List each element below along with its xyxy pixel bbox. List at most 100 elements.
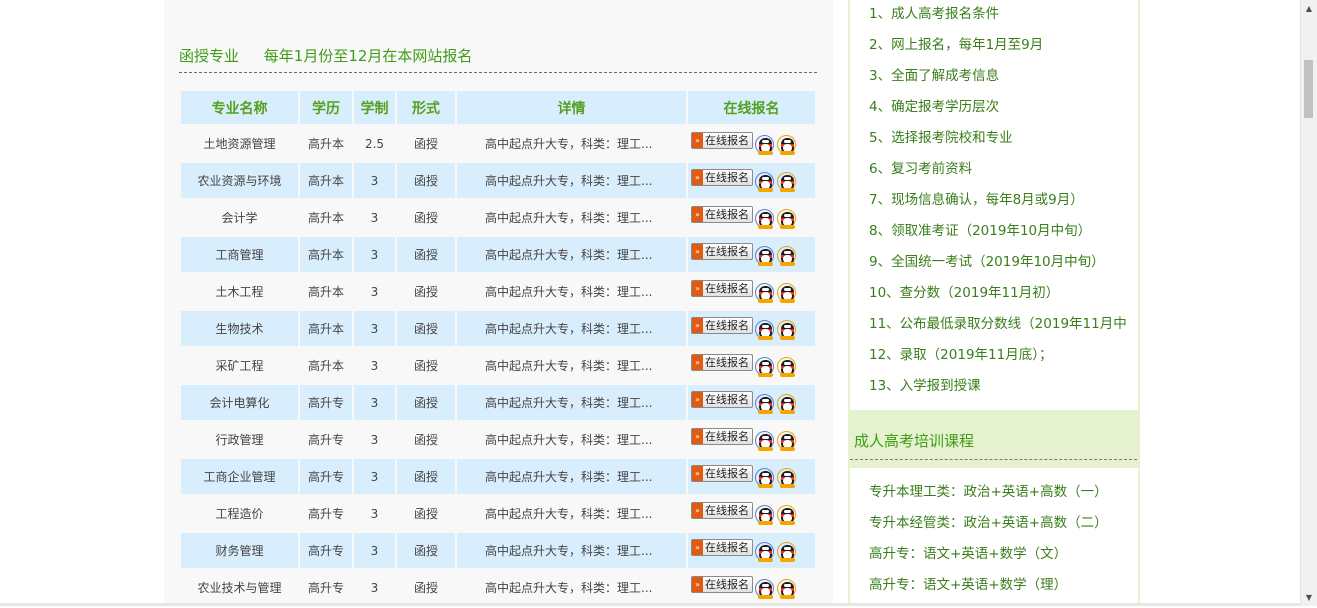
main-content: 函授专业 每年1月份至12月在本网站报名 专业名称 学历 学制 形式 详情 在线… [164,0,833,606]
arrow-right-icon: » [692,207,703,222]
step-link[interactable]: 10、查分数（2019年11月初） [869,283,1059,303]
step-link[interactable]: 7、现场信息确认，每年8月或9月） [869,190,1084,210]
apply-cell: » 在线报名 [688,311,815,346]
qq-penguin-icon[interactable] [777,578,797,599]
step-link[interactable]: 8、领取准考证（2019年10月中旬） [869,221,1091,241]
apply-cell: » 在线报名 [688,422,815,457]
page-scrollbar[interactable]: ▲ ▼ [1300,0,1317,606]
apply-online-button[interactable]: » 在线报名 [691,465,753,482]
step-link[interactable]: 13、入学报到授课 [869,376,981,396]
apply-online-label: 在线报名 [705,393,749,406]
detail-cell[interactable]: 高中起点升大专，科类：理工... [457,422,686,457]
course-link[interactable]: 高升专：语文+英语+数学（文） [869,544,1067,564]
detail-cell[interactable]: 高中起点升大专，科类：理工... [457,200,686,235]
qq-penguin-icon[interactable] [755,578,775,599]
level-cell: 高升本 [300,126,352,161]
detail-cell[interactable]: 高中起点升大专，科类：理工... [457,274,686,309]
qq-penguin-icon[interactable] [755,504,775,525]
course-link[interactable]: 高升专：语文+英语+数学（理） [869,575,1067,595]
qq-penguin-icon[interactable] [755,393,775,414]
qq-penguin-icon[interactable] [755,467,775,488]
major-name-cell: 生物技术 [181,311,298,346]
form-cell: 函授 [397,533,455,568]
apply-online-button[interactable]: » 在线报名 [691,354,753,371]
apply-online-button[interactable]: » 在线报名 [691,243,753,260]
qq-penguin-icon[interactable] [755,319,775,340]
qq-penguin-icon[interactable] [777,393,797,414]
apply-online-button[interactable]: » 在线报名 [691,428,753,445]
apply-online-button[interactable]: » 在线报名 [691,576,753,593]
apply-online-button[interactable]: » 在线报名 [691,391,753,408]
qq-penguin-icon[interactable] [777,319,797,340]
scroll-thumb[interactable] [1304,60,1313,118]
apply-online-button[interactable]: » 在线报名 [691,502,753,519]
table-row: 会计学 高升本 3 函授 高中起点升大专，科类：理工... » 在线报名 [181,200,815,235]
detail-cell[interactable]: 高中起点升大专，科类：理工... [457,311,686,346]
apply-online-button[interactable]: » 在线报名 [691,317,753,334]
detail-cell[interactable]: 高中起点升大专，科类：理工... [457,126,686,161]
qq-penguin-icon[interactable] [755,541,775,562]
years-cell: 3 [354,459,395,494]
arrow-right-icon: » [692,281,703,296]
detail-cell[interactable]: 高中起点升大专，科类：理工... [457,496,686,531]
qq-penguin-icon[interactable] [777,541,797,562]
step-link[interactable]: 11、公布最低录取分数线（2019年11月中 [869,314,1127,334]
qq-penguin-icon[interactable] [755,208,775,229]
qq-penguin-icon[interactable] [777,134,797,155]
detail-cell[interactable]: 高中起点升大专，科类：理工... [457,533,686,568]
apply-online-button[interactable]: » 在线报名 [691,132,753,149]
apply-online-button[interactable]: » 在线报名 [691,280,753,297]
apply-cell: » 在线报名 [688,533,815,568]
step-link[interactable]: 1、成人高考报名条件 [869,4,999,24]
qq-penguin-icon[interactable] [755,282,775,303]
step-link[interactable]: 3、全面了解成考信息 [869,66,999,86]
scroll-up-arrow-icon[interactable]: ▲ [1301,0,1317,17]
header-level: 学历 [300,91,352,124]
detail-cell[interactable]: 高中起点升大专，科类：理工... [457,385,686,420]
qq-penguin-icon[interactable] [755,134,775,155]
qq-penguin-icon[interactable] [777,245,797,266]
detail-cell[interactable]: 高中起点升大专，科类：理工... [457,459,686,494]
section-title: 函授专业 [179,47,240,65]
step-link[interactable]: 9、全国统一考试（2019年10月中旬） [869,252,1105,272]
qq-penguin-icon[interactable] [755,245,775,266]
detail-cell[interactable]: 高中起点升大专，科类：理工... [457,570,686,605]
detail-cell[interactable]: 高中起点升大专，科类：理工... [457,237,686,272]
header-years: 学制 [354,91,395,124]
qq-penguin-icon[interactable] [755,430,775,451]
detail-cell[interactable]: 高中起点升大专，科类：理工... [457,163,686,198]
step-link[interactable]: 4、确定报考学历层次 [869,97,999,117]
table-row: 工商管理 高升本 3 函授 高中起点升大专，科类：理工... » 在线报名 [181,237,815,272]
detail-cell[interactable]: 高中起点升大专，科类：理工... [457,348,686,383]
step-link[interactable]: 2、网上报名，每年1月至9月 [869,35,1043,55]
apply-online-button[interactable]: » 在线报名 [691,206,753,223]
step-link[interactable]: 5、选择报考院校和专业 [869,128,1013,148]
qq-penguin-icon[interactable] [755,171,775,192]
scroll-down-arrow-icon[interactable]: ▼ [1301,589,1317,606]
qq-penguin-icon[interactable] [777,282,797,303]
course-link[interactable]: 专升本经管类：政治+英语+高数（二） [869,513,1108,533]
qq-penguin-icon[interactable] [777,430,797,451]
step-link[interactable]: 12、录取（2019年11月底）； [869,345,1052,365]
form-cell: 函授 [397,126,455,161]
form-cell: 函授 [397,348,455,383]
level-cell: 高升专 [300,385,352,420]
apply-online-button[interactable]: » 在线报名 [691,539,753,556]
qq-penguin-icon[interactable] [777,171,797,192]
course-link[interactable]: 专升本理工类：政治+英语+高数（一） [869,482,1108,502]
qq-penguin-icon[interactable] [777,356,797,377]
step-link[interactable]: 6、复习考前资料 [869,159,972,179]
qq-penguin-icon[interactable] [755,356,775,377]
apply-cell: » 在线报名 [688,570,815,605]
table-row: 行政管理 高升专 3 函授 高中起点升大专，科类：理工... » 在线报名 [181,422,815,457]
apply-online-label: 在线报名 [705,171,749,184]
years-cell: 3 [354,311,395,346]
level-cell: 高升本 [300,237,352,272]
apply-online-label: 在线报名 [705,356,749,369]
qq-penguin-icon[interactable] [777,208,797,229]
qq-penguin-icon[interactable] [777,467,797,488]
courses-box: 专升本理工类：政治+英语+高数（一） 专升本经管类：政治+英语+高数（二） 高升专：… [850,468,1138,608]
qq-penguin-icon[interactable] [777,504,797,525]
apply-online-button[interactable]: » 在线报名 [691,169,753,186]
years-cell: 3 [354,237,395,272]
